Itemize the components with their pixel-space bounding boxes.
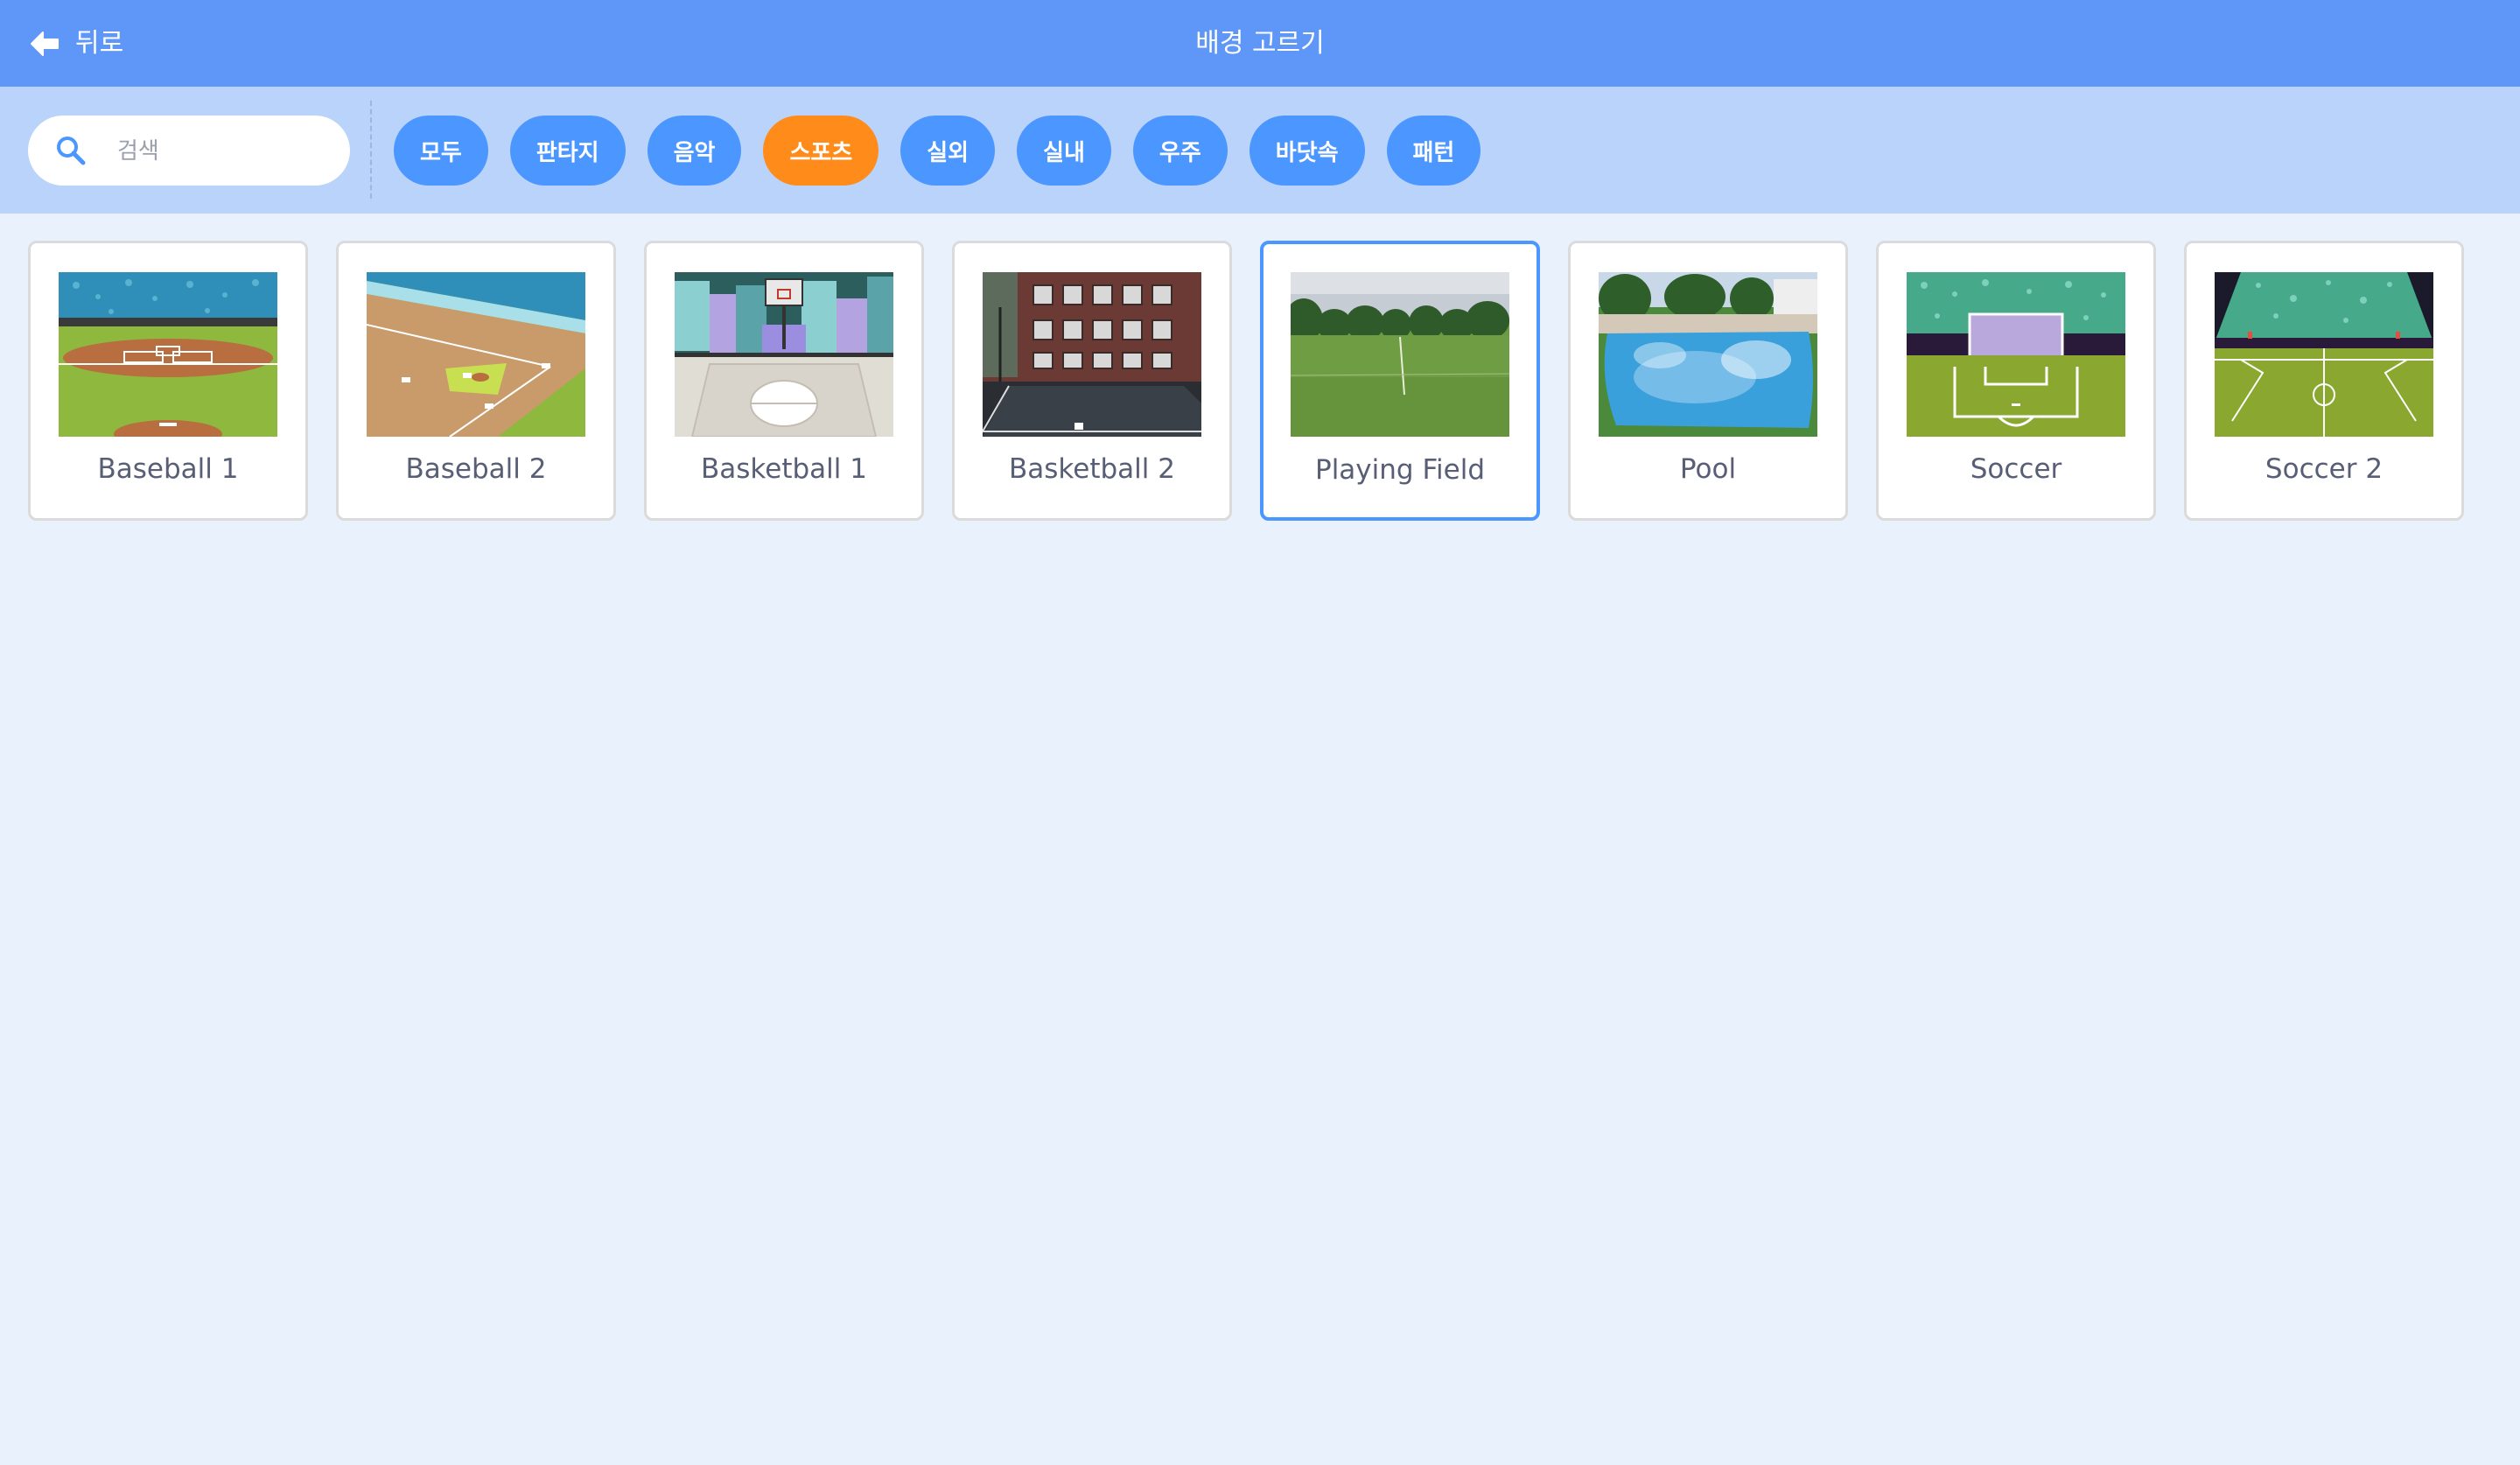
backdrop-card[interactable]: Basketball 1	[644, 241, 924, 521]
backdrop-name: Basketball 2	[1009, 453, 1175, 485]
page-title: 배경 고르기	[1195, 28, 1325, 59]
backdrop-thumbnail	[1291, 272, 1509, 437]
tag-space[interactable]: 우주	[1132, 116, 1228, 186]
tag-music[interactable]: 음악	[647, 116, 742, 186]
backdrop-card[interactable]: Soccer	[1876, 241, 2156, 521]
backdrop-card-selected[interactable]: Playing Field	[1260, 241, 1540, 521]
soccer-2-thumbnail	[2215, 272, 2433, 437]
tag-underwater[interactable]: 바닷속	[1249, 116, 1365, 186]
backdrop-thumbnail	[59, 272, 277, 437]
filter-bar: 모두 판타지 음악 스포츠 실외 실내 우주 바닷속 패턴	[0, 87, 2520, 214]
tag-list: 모두 판타지 음악 스포츠 실외 실내 우주 바닷속 패턴	[394, 116, 1481, 186]
search-box[interactable]	[28, 116, 350, 187]
tag-patterns[interactable]: 패턴	[1386, 116, 1481, 186]
backdrop-name: Baseball 1	[97, 453, 239, 485]
baseball-2-thumbnail	[367, 272, 585, 437]
search-input[interactable]	[116, 116, 338, 187]
backdrop-thumbnail	[2215, 272, 2433, 437]
tag-fantasy[interactable]: 판타지	[509, 116, 626, 186]
backdrop-name: Soccer	[1970, 453, 2062, 485]
backdrop-thumbnail	[983, 272, 1201, 437]
backdrop-name: Soccer 2	[2264, 453, 2384, 485]
basketball-2-thumbnail	[983, 272, 1201, 437]
tag-outdoors[interactable]: 실외	[900, 116, 996, 186]
playing-field-thumbnail	[1291, 272, 1509, 437]
basketball-1-thumbnail	[675, 272, 893, 437]
backdrop-card[interactable]: Pool	[1568, 241, 1848, 521]
soccer-thumbnail	[1907, 272, 2125, 437]
backdrop-name: Pool	[1679, 453, 1737, 485]
tag-all[interactable]: 모두	[394, 116, 488, 186]
tag-indoors[interactable]: 실내	[1017, 116, 1111, 186]
backdrop-thumbnail	[1907, 272, 2125, 437]
backdrop-card[interactable]: Soccer 2	[2184, 241, 2464, 521]
backdrop-card[interactable]: Baseball 1	[28, 241, 308, 521]
backdrop-thumbnail	[675, 272, 893, 437]
baseball-1-thumbnail	[59, 272, 277, 437]
header-bar: 뒤로 배경 고르기	[0, 0, 2520, 87]
backdrop-grid: Baseball 1 Baseball 2 Basketball 1 Baske…	[28, 241, 2464, 521]
backdrop-card[interactable]: Baseball 2	[336, 241, 616, 521]
tag-sports[interactable]: 스포츠	[763, 116, 879, 186]
pool-thumbnail	[1599, 272, 1817, 437]
backdrop-thumbnail	[367, 272, 585, 437]
backdrop-thumbnail	[1599, 272, 1817, 437]
search-icon	[57, 137, 86, 165]
backdrop-card[interactable]: Basketball 2	[952, 241, 1232, 521]
filter-divider	[370, 101, 372, 199]
backdrop-name: Playing Field	[1315, 454, 1485, 486]
backdrop-name: Baseball 2	[405, 453, 547, 485]
backdrop-name: Basketball 1	[701, 453, 867, 485]
